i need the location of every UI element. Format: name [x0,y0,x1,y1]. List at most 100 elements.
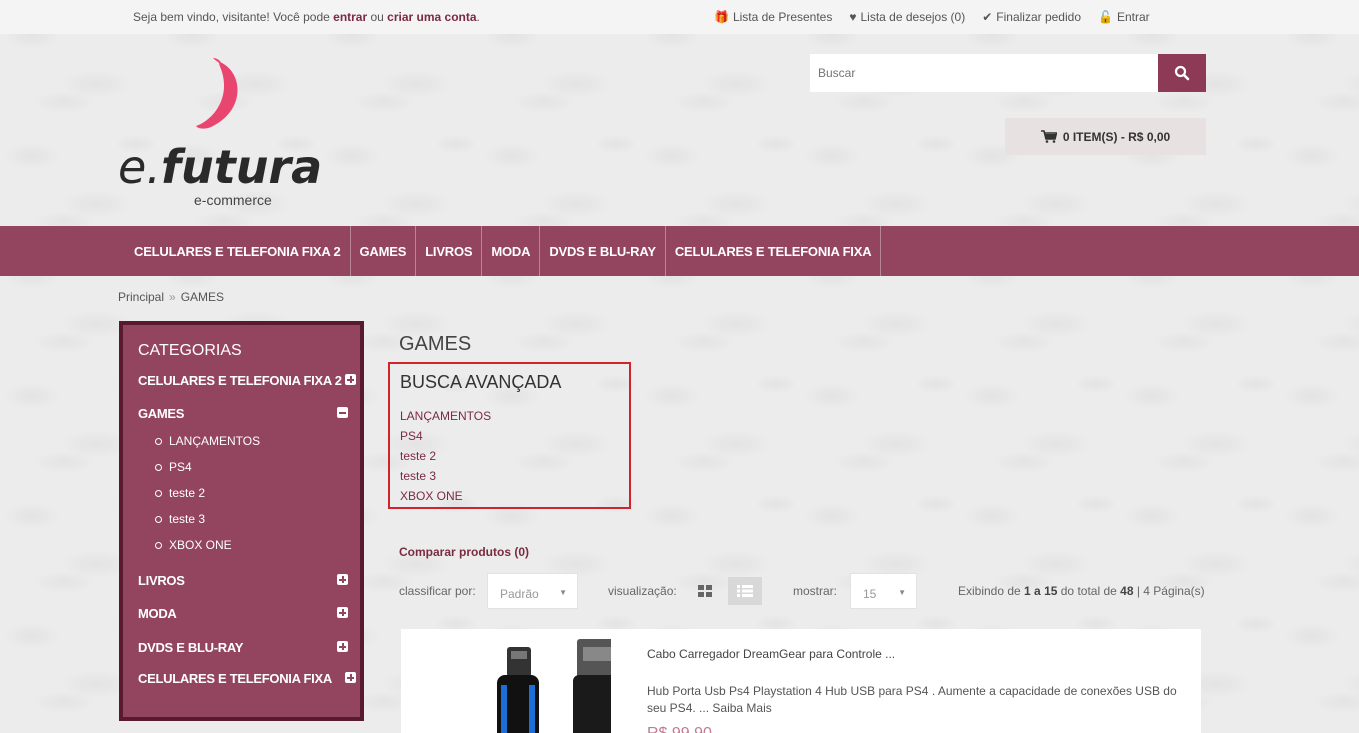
view-label: visualização: [608,584,677,598]
advanced-link-xbox-one[interactable]: XBOX ONE [400,489,463,503]
cart-button[interactable]: 0 ITEM(S) - R$ 0,00 [1005,118,1206,155]
gift-icon: 🎁 [714,10,729,24]
login-link[interactable]: entrar [333,10,367,24]
summary-total: 48 [1120,584,1134,598]
sidebar-item-moda[interactable]: MODA [138,606,348,621]
breadcrumb-separator: » [169,290,176,304]
expand-icon[interactable] [337,574,348,585]
checkout-link[interactable]: ✔ Finalizar pedido [982,10,1081,24]
gift-list-link[interactable]: 🎁 Lista de Presentes [714,10,832,24]
show-count-select[interactable]: 15 ▼ [850,573,917,609]
wishlist-label: Lista de desejos (0) [860,10,966,24]
main-nav: CELULARES E TELEFONIA FIXA 2 GAMES LIVRO… [0,226,1359,276]
sidebar-item-livros[interactable]: LIVROS [138,573,348,588]
sidebar-item-label: GAMES [138,406,185,421]
product-card[interactable]: Cabo Carregador DreamGear para Controle … [401,629,1201,733]
advanced-link-ps4[interactable]: PS4 [400,429,423,443]
login-top-link[interactable]: 🔓 Entrar [1098,10,1150,24]
list-view-button[interactable] [728,577,762,605]
advanced-link-teste-3[interactable]: teste 3 [400,469,436,483]
sidebar-item-games[interactable]: GAMES [138,406,348,421]
sidebar-item-label: LIVROS [138,573,185,588]
compare-products-link[interactable]: Comparar produtos (0) [399,545,529,559]
category-sidebar: CATEGORIAS CELULARES E TELEFONIA FIXA 2 … [119,321,364,721]
product-price: R$ 99,90 [647,725,712,733]
sidebar-title: CATEGORIAS [138,342,242,359]
lock-icon: 🔓 [1098,10,1113,24]
search-button[interactable] [1158,54,1206,92]
breadcrumb: Principal » GAMES [118,290,224,304]
read-more-link[interactable]: Saiba Mais [712,701,771,715]
sort-select[interactable]: Padrão ▼ [487,573,578,609]
welcome-or-text: ou [367,10,388,24]
sidebar-item-dvds[interactable]: DVDS E BLU-RAY [138,640,348,655]
heart-icon: ♥ [849,10,857,24]
advanced-link-lancamentos[interactable]: LANÇAMENTOS [400,409,491,423]
sidebar-subitem-label: teste 2 [169,486,206,500]
advanced-search-box: BUSCA AVANÇADA LANÇAMENTOS PS4 teste 2 t… [388,362,631,509]
collapse-icon[interactable] [337,407,348,418]
sort-value: Padrão [500,587,539,601]
expand-icon[interactable] [337,641,348,652]
grid-icon [698,585,712,597]
welcome-end-text: . [476,10,480,24]
logo-brand-prefix: e. [118,140,161,194]
logo[interactable]: e.futura e-commerce [118,54,322,214]
logo-swirl-icon [196,58,238,129]
logo-brand-main: futura [160,140,323,194]
sidebar-subitem-teste-3[interactable]: teste 3 [155,512,205,526]
cart-label: 0 ITEM(S) - R$ 0,00 [1062,129,1171,144]
checkout-label: Finalizar pedido [996,10,1081,24]
sidebar-item-celulares[interactable]: CELULARES E TELEFONIA FIXA [138,671,356,686]
summary-prefix: Exibindo de [958,584,1025,598]
nav-item-moda[interactable]: MODA [482,226,541,276]
sidebar-subitem-label: teste 3 [169,512,206,526]
summary-mid: do total de [1057,584,1121,598]
search-icon [1174,65,1190,81]
expand-icon[interactable] [345,374,356,385]
sidebar-subitem-label: XBOX ONE [169,538,232,552]
chevron-down-icon: ▼ [559,588,567,597]
breadcrumb-current[interactable]: GAMES [181,290,224,304]
bullet-icon [155,541,162,549]
sidebar-subitem-ps4[interactable]: PS4 [155,460,192,474]
nav-item-livros[interactable]: LIVROS [416,226,483,276]
show-label: mostrar: [793,584,838,598]
create-account-link[interactable]: criar uma conta [387,10,476,24]
bullet-icon [155,515,162,523]
nav-item-games[interactable]: GAMES [351,226,417,276]
sidebar-subitem-label: LANÇAMENTOS [169,434,261,448]
advanced-link-teste-2[interactable]: teste 2 [400,449,436,463]
advanced-search-title: BUSCA AVANÇADA [400,372,562,392]
bullet-icon [155,437,162,445]
sidebar-subitem-lancamentos[interactable]: LANÇAMENTOS [155,434,260,448]
grid-view-button[interactable] [688,577,722,605]
top-bar: Seja bem vindo, visitante! Você pode ent… [0,0,1359,34]
sort-label: classificar por: [399,584,476,598]
breadcrumb-home[interactable]: Principal [118,290,164,304]
product-toolbar: classificar por: Padrão ▼ visualização: … [399,573,1219,609]
check-icon: ✔ [982,10,993,24]
welcome-text: Seja bem vindo, visitante! Você pode [133,10,334,24]
sidebar-item-celulares-2[interactable]: CELULARES E TELEFONIA FIXA 2 [138,373,356,388]
nav-item-dvds[interactable]: DVDS E BLU-RAY [540,226,666,276]
welcome-message: Seja bem vindo, visitante! Você pode ent… [133,10,480,24]
page: Seja bem vindo, visitante! Você pode ent… [0,0,1359,733]
sidebar-item-label: DVDS E BLU-RAY [138,640,244,655]
nav-item-celulares[interactable]: CELULARES E TELEFONIA FIXA [666,226,882,276]
sidebar-item-label: CELULARES E TELEFONIA FIXA [138,671,332,686]
usb-cable-image [497,639,625,733]
summary-pages: | 4 Página(s) [1133,584,1205,598]
bullet-icon [155,463,162,471]
sidebar-subitem-xbox-one[interactable]: XBOX ONE [155,538,232,552]
sidebar-subitem-teste-2[interactable]: teste 2 [155,486,205,500]
expand-icon[interactable] [345,672,356,683]
wishlist-link[interactable]: ♥ Lista de desejos (0) [849,10,965,24]
cart-icon [1040,130,1057,143]
search-input[interactable] [810,54,1159,92]
product-name[interactable]: Cabo Carregador DreamGear para Controle … [647,647,895,661]
product-image[interactable] [441,639,625,733]
expand-icon[interactable] [337,607,348,618]
page-title: GAMES [399,333,472,355]
nav-item-celulares-2[interactable]: CELULARES E TELEFONIA FIXA 2 [124,226,351,276]
